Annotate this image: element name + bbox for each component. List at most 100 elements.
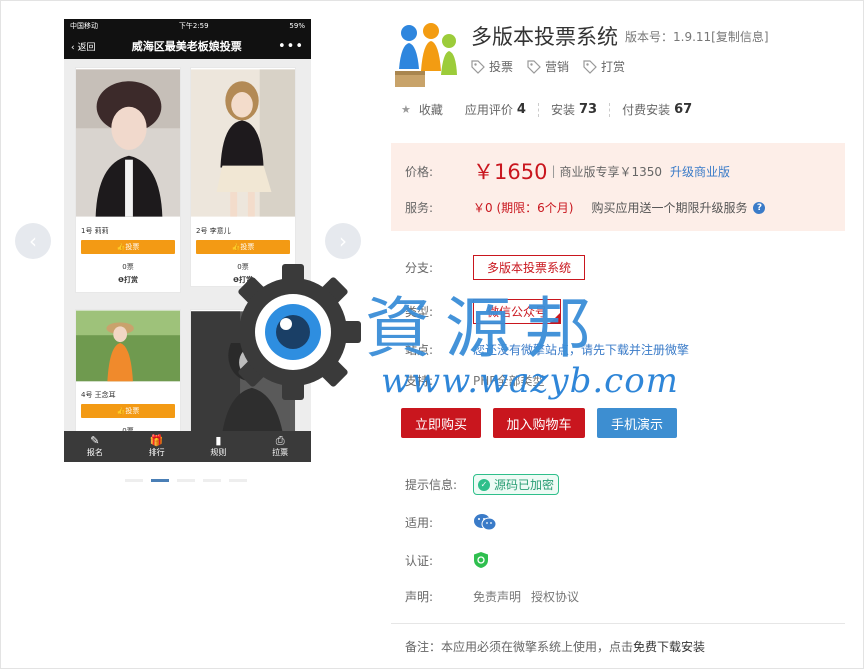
selected-check-icon bbox=[549, 312, 562, 324]
install-label: 安装 bbox=[550, 103, 575, 117]
license-link[interactable]: 授权协议 bbox=[531, 588, 579, 605]
tip-link: ❶打赏 bbox=[233, 276, 253, 284]
site-label: 站点: bbox=[405, 343, 434, 357]
install-value: 73 bbox=[578, 102, 598, 117]
carousel-dot[interactable] bbox=[229, 479, 247, 482]
bar-chart-icon: ▮ bbox=[215, 434, 222, 447]
candidate-name: 4号 王念耳 bbox=[81, 391, 116, 399]
app-detail-page: ‹ › 中国移动 下午2:59 59% ‹ 返回 威海区最美老板娘投票 ••• … bbox=[0, 0, 864, 669]
candidate-card bbox=[190, 309, 296, 449]
price-separator: | bbox=[551, 164, 556, 178]
ballot-icon: ⎙ bbox=[275, 434, 285, 447]
upgrade-link[interactable]: 升级商业版 bbox=[670, 163, 730, 180]
branch-label: 分支: bbox=[405, 261, 434, 275]
encrypted-badge: ✓ 源码已加密 bbox=[473, 474, 560, 495]
candidate-card: 1号 莉莉 👍 投票 0票 ❶打赏 bbox=[75, 67, 181, 293]
statement-row: 声明: 免责声明 授权协议 bbox=[405, 588, 579, 605]
tag-reward[interactable]: 打赏 bbox=[583, 58, 625, 75]
carousel-dot[interactable] bbox=[125, 479, 143, 482]
commercial-price: 商业版专享￥1350 bbox=[559, 164, 663, 179]
candidate-photo bbox=[76, 69, 180, 217]
vote-count: 0票 bbox=[237, 263, 249, 271]
chevron-right-icon: › bbox=[339, 229, 347, 253]
carrier-text: 中国移动 bbox=[70, 22, 98, 30]
vote-count: 0票 bbox=[122, 263, 134, 271]
app-title: 多版本投票系统 bbox=[471, 25, 618, 49]
cert-label: 认证: bbox=[405, 553, 434, 568]
app-version[interactable]: 版本号：1.9.11[复制信息] bbox=[625, 28, 769, 45]
mobile-demo-button[interactable]: 手机演示 bbox=[597, 408, 677, 438]
statement-label: 声明: bbox=[405, 590, 434, 604]
wechat-icon bbox=[474, 514, 497, 531]
app-stats: ★ 收藏 应用评价 4 安装 73 付费安装 67 bbox=[401, 101, 692, 118]
tab-rules: ▮ 规则 bbox=[210, 434, 227, 458]
chevron-left-icon: ‹ bbox=[29, 229, 37, 253]
candidate-photo bbox=[191, 69, 295, 217]
add-to-cart-button[interactable]: 加入购物车 bbox=[493, 408, 585, 438]
paid-value: 67 bbox=[674, 102, 693, 117]
phone-preview: 中国移动 下午2:59 59% ‹ 返回 威海区最美老板娘投票 ••• 1号 莉… bbox=[64, 19, 311, 462]
carousel-dot-active[interactable] bbox=[151, 479, 169, 482]
more-icon: ••• bbox=[277, 38, 304, 54]
candidate-photo bbox=[76, 310, 180, 382]
tag-icon bbox=[527, 59, 541, 74]
candidate-name: 2号 李意儿 bbox=[196, 227, 231, 235]
tag-marketing[interactable]: 营销 bbox=[527, 58, 569, 75]
phone-page-title: 威海区最美老板娘投票 bbox=[131, 40, 242, 53]
apply-label: 适用: bbox=[405, 515, 434, 530]
tag-vote[interactable]: 投票 bbox=[471, 58, 513, 75]
vote-button: 👍 投票 bbox=[196, 240, 290, 254]
service-row: 服务: ￥0 (期限：6个月) 购买应用送一个期限升级服务 ? bbox=[405, 199, 766, 216]
disclaimer-link[interactable]: 免责声明 bbox=[473, 588, 521, 605]
vote-button: 👍 投票 bbox=[81, 404, 175, 418]
candidate-card: 2号 李意儿 👍 投票 0票 ❶打赏 bbox=[190, 67, 296, 287]
branch-option[interactable]: 多版本投票系统 bbox=[473, 255, 586, 280]
carousel-dots[interactable] bbox=[125, 479, 247, 482]
price-value: ￥1650 bbox=[473, 160, 548, 184]
phone-navbar: ‹ 返回 威海区最美老板娘投票 ••• bbox=[64, 33, 311, 59]
free-download-link[interactable]: 免费下载安装 bbox=[633, 638, 705, 655]
service-note: 购买应用送一个期限升级服务 bbox=[591, 201, 748, 215]
type-label: 类型: bbox=[405, 305, 434, 319]
service-label: 服务: bbox=[405, 201, 434, 215]
buy-now-button[interactable]: 立即购买 bbox=[401, 408, 481, 438]
shield-icon bbox=[474, 552, 488, 568]
carousel-prev-button[interactable]: ‹ bbox=[15, 223, 51, 259]
favorite-link[interactable]: 收藏 bbox=[419, 101, 443, 118]
branch-row: 分支: 多版本投票系统 bbox=[405, 255, 586, 280]
check-icon: ✓ bbox=[478, 478, 490, 491]
candidate-photo bbox=[191, 311, 295, 449]
hint-label: 提示信息: bbox=[405, 478, 458, 492]
price-label: 价格: bbox=[405, 164, 434, 179]
tab-signup: ✎ 报名 bbox=[86, 434, 103, 458]
phone-tabbar: ✎ 报名 🎁 排行 ▮ 规则 ⎙ 拉票 bbox=[64, 431, 311, 462]
tag-icon bbox=[471, 59, 485, 74]
carousel-dot[interactable] bbox=[203, 479, 221, 482]
divider bbox=[391, 623, 845, 624]
tip-link: ❶打赏 bbox=[118, 276, 138, 284]
carousel-next-button[interactable]: › bbox=[325, 223, 361, 259]
tag-icon bbox=[583, 59, 597, 74]
candidate-name: 1号 莉莉 bbox=[81, 227, 109, 235]
app-logo bbox=[391, 19, 463, 91]
rating-value: 4 bbox=[516, 102, 526, 117]
time-text: 下午2:59 bbox=[178, 22, 209, 30]
candidate-card: 4号 王念耳 👍 投票 0票 bbox=[75, 309, 181, 449]
support-value: PHP全部类型 bbox=[473, 374, 545, 388]
support-label: 支持: bbox=[405, 374, 434, 388]
app-tags: 投票 营销 打赏 bbox=[471, 58, 625, 75]
help-icon[interactable]: ? bbox=[753, 201, 766, 214]
site-row: 站点: 您还没有微擎站点，请先下载并注册微擎 bbox=[405, 341, 689, 358]
type-row: 类型: 微信公众号 bbox=[405, 299, 562, 324]
paid-label: 付费安装 bbox=[622, 103, 671, 117]
service-value: ￥0 (期限：6个月) bbox=[473, 201, 574, 215]
type-option[interactable]: 微信公众号 bbox=[473, 299, 562, 324]
carousel-dot[interactable] bbox=[177, 479, 195, 482]
edit-icon: ✎ bbox=[90, 434, 100, 447]
rating-label: 应用评价 bbox=[464, 103, 513, 117]
vote-button: 👍 投票 bbox=[81, 240, 175, 254]
phone-statusbar: 中国移动 下午2:59 59% bbox=[64, 19, 311, 33]
apply-row: 适用: bbox=[405, 513, 497, 531]
site-register-link[interactable]: 您还没有微擎站点，请先下载并注册微擎 bbox=[473, 341, 689, 358]
gift-icon: 🎁 bbox=[149, 434, 164, 447]
